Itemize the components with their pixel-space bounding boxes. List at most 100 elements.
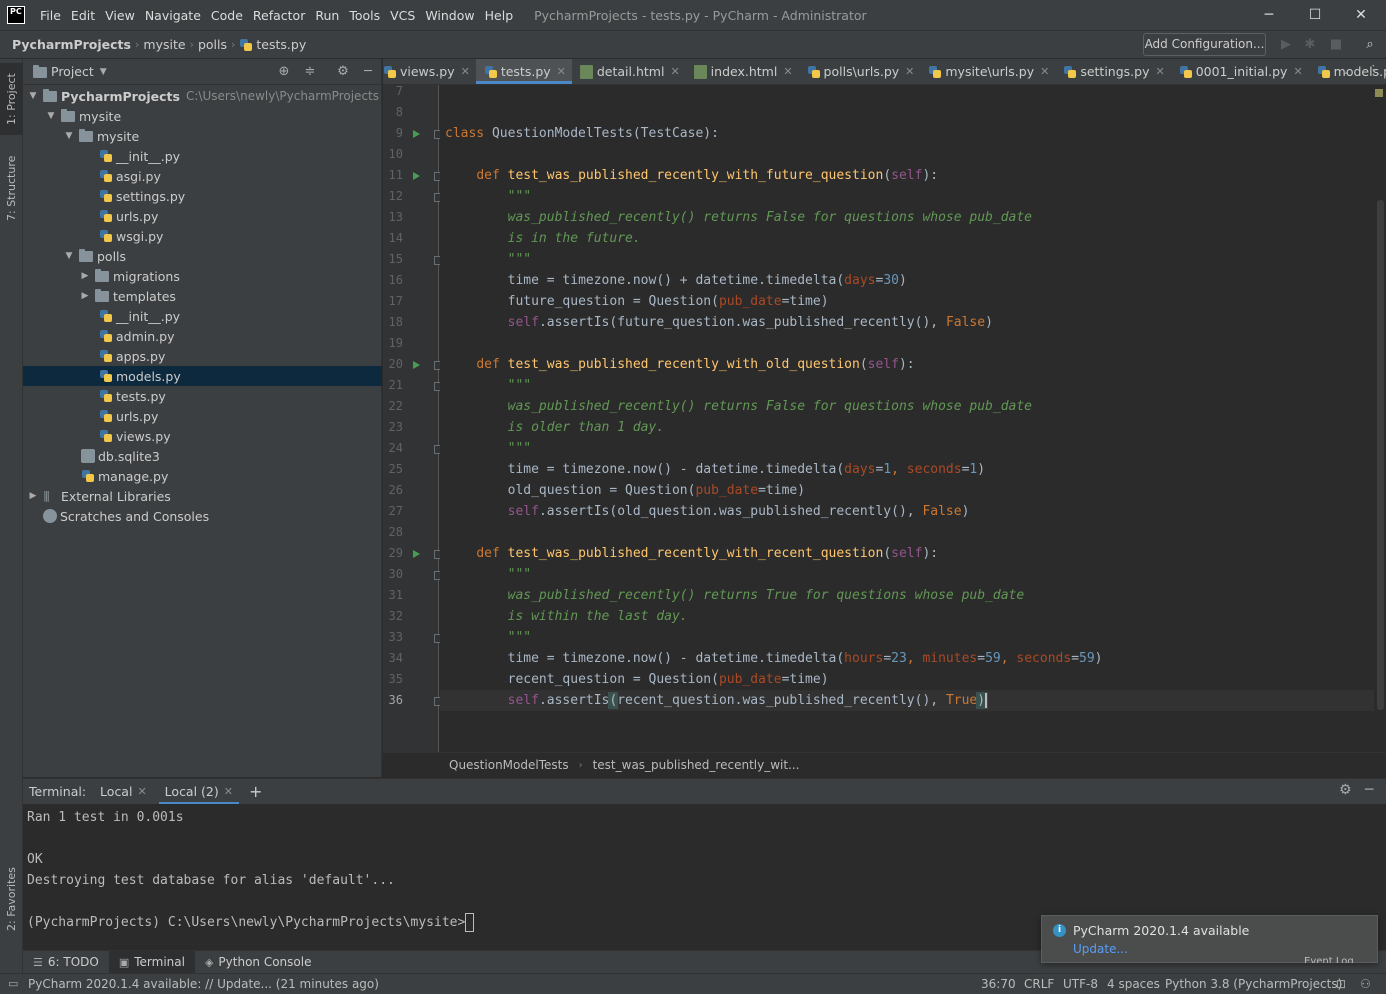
gear-icon[interactable]: ⚙	[333, 62, 353, 82]
close-button[interactable]: ✕	[1338, 0, 1384, 30]
tree-item-views[interactable]: views.py	[23, 426, 382, 446]
tree-item-external-libraries[interactable]: ▶ ||| External Libraries	[23, 486, 382, 506]
breadcrumb-mysite[interactable]: mysite	[139, 37, 189, 52]
python-interpreter[interactable]: Python 3.8 (PycharmProjects)	[1165, 977, 1342, 991]
search-icon[interactable]: ⌕	[1360, 35, 1380, 55]
run-test-icon[interactable]	[413, 361, 420, 369]
menu-help[interactable]: Help	[480, 8, 519, 23]
terminal-tool-tab[interactable]: ▣ Terminal	[108, 950, 195, 974]
tab-polls-urls[interactable]: polls\urls.py ✕	[799, 59, 921, 84]
collapsed-arrow-icon[interactable]: ▶	[27, 491, 39, 501]
breadcrumb-file[interactable]: tests.py	[256, 37, 310, 52]
tree-item-polls-urls[interactable]: urls.py	[23, 406, 382, 426]
line-separator[interactable]: CRLF	[1024, 977, 1054, 991]
minimize-button[interactable]: ─	[1246, 0, 1292, 30]
tree-item-polls[interactable]: ▼ polls	[23, 246, 382, 266]
status-message[interactable]: PyCharm 2020.1.4 available: // Update...…	[28, 977, 379, 991]
caret-position[interactable]: 36:70	[981, 977, 1016, 991]
tree-item-migrations[interactable]: ▶ migrations	[23, 266, 382, 286]
tree-item-admin[interactable]: admin.py	[23, 326, 382, 346]
menu-refactor[interactable]: Refactor	[248, 8, 310, 23]
collapse-all-icon[interactable]: ≑	[300, 62, 320, 82]
menu-edit[interactable]: Edit	[66, 8, 100, 23]
hide-icon[interactable]: ─	[358, 62, 378, 82]
maximize-button[interactable]: ☐	[1292, 0, 1338, 30]
tree-item-models[interactable]: models.py	[23, 366, 382, 386]
breadcrumb-class[interactable]: QuestionModelTests	[449, 758, 569, 772]
collapsed-arrow-icon[interactable]: ▶	[79, 271, 91, 281]
inspection-status-icon[interactable]	[1375, 89, 1383, 97]
close-tab-icon[interactable]: ✕	[1155, 65, 1164, 78]
tree-item-polls-init[interactable]: __init__.py	[23, 306, 382, 326]
close-tab-icon[interactable]: ✕	[557, 65, 566, 78]
tree-item-pycharmprojects[interactable]: ▼ PycharmProjects C:\Users\newly\Pycharm…	[23, 86, 382, 106]
terminal-tab-local-2[interactable]: Local (2) ✕	[158, 779, 240, 805]
editor-scrollbar-thumb[interactable]	[1377, 200, 1384, 710]
debug-icon[interactable]: ✱	[1300, 35, 1320, 55]
menu-code[interactable]: Code	[206, 8, 248, 23]
menu-navigate[interactable]: Navigate	[140, 8, 206, 23]
indent-setting[interactable]: 4 spaces	[1107, 977, 1160, 991]
inspector-icon[interactable]: ⚇	[1360, 977, 1371, 991]
locate-icon[interactable]: ⊕	[274, 62, 294, 82]
project-tool-tab[interactable]: 1: Project	[0, 63, 23, 135]
tree-item-mysite-root[interactable]: ▼ mysite	[23, 106, 382, 126]
file-encoding[interactable]: UTF-8	[1063, 977, 1098, 991]
expanded-arrow-icon[interactable]: ▼	[63, 251, 75, 261]
new-terminal-button[interactable]: +	[249, 782, 262, 801]
breadcrumb-polls[interactable]: polls	[194, 37, 231, 52]
run-test-icon[interactable]	[413, 130, 420, 138]
tab-0001-initial[interactable]: 0001_initial.py ✕	[1171, 59, 1309, 84]
tree-item-scratches[interactable]: Scratches and Consoles	[23, 506, 382, 526]
close-tab-icon[interactable]: ✕	[905, 65, 914, 78]
run-test-icon[interactable]	[413, 172, 420, 180]
run-test-icon[interactable]	[413, 550, 420, 558]
breadcrumb-project[interactable]: PycharmProjects	[0, 37, 135, 52]
project-panel-title[interactable]: Project	[51, 64, 94, 79]
menu-view[interactable]: View	[100, 8, 140, 23]
tree-item-db[interactable]: db.sqlite3	[23, 446, 382, 466]
stop-icon[interactable]: ■	[1326, 35, 1346, 55]
tree-item-mysite-init[interactable]: __init__.py	[23, 146, 382, 166]
tree-item-manage[interactable]: manage.py	[23, 466, 382, 486]
tree-item-mysite-urls[interactable]: urls.py	[23, 206, 382, 226]
menu-vcs[interactable]: VCS	[385, 8, 420, 23]
close-tab-icon[interactable]: ✕	[461, 65, 470, 78]
python-console-tool-tab[interactable]: ◈ Python Console	[195, 951, 322, 974]
tree-item-mysite-package[interactable]: ▼ mysite	[23, 126, 382, 146]
close-tab-icon[interactable]: ✕	[137, 785, 146, 798]
favorites-tool-tab[interactable]: 2: Favorites	[0, 857, 23, 941]
tree-item-settings[interactable]: settings.py	[23, 186, 382, 206]
menu-window[interactable]: Window	[420, 8, 479, 23]
collapsed-arrow-icon[interactable]: ▶	[79, 291, 91, 301]
tab-mysite-urls[interactable]: mysite\urls.py ✕	[920, 59, 1055, 84]
todo-tool-tab[interactable]: ☰ 6: TODO	[23, 951, 109, 974]
close-tab-icon[interactable]: ✕	[783, 65, 792, 78]
lock-icon[interactable]: ⊡	[1336, 977, 1346, 991]
event-log-label[interactable]: Event Log	[1304, 954, 1354, 963]
tree-item-asgi[interactable]: asgi.py	[23, 166, 382, 186]
tree-item-apps[interactable]: apps.py	[23, 346, 382, 366]
tree-item-templates[interactable]: ▶ templates	[23, 286, 382, 306]
tab-views[interactable]: views.py ✕	[383, 59, 476, 84]
close-tab-icon[interactable]: ✕	[1040, 65, 1049, 78]
more-tabs-icon[interactable]: ⋮	[1367, 63, 1380, 78]
close-tab-icon[interactable]: ✕	[1293, 65, 1302, 78]
tab-detail-html[interactable]: detail.html ✕	[572, 59, 686, 84]
close-tab-icon[interactable]: ✕	[224, 785, 233, 798]
menu-run[interactable]: Run	[310, 8, 344, 23]
menu-file[interactable]: File	[35, 8, 66, 23]
chevron-down-icon[interactable]: ▼	[100, 67, 107, 77]
tree-item-wsgi[interactable]: wsgi.py	[23, 226, 382, 246]
code-editor[interactable]: class QuestionModelTests(TestCase): def …	[440, 85, 1374, 752]
tree-item-tests[interactable]: tests.py	[23, 386, 382, 406]
tab-index-html[interactable]: index.html ✕	[686, 59, 799, 84]
breadcrumb-method[interactable]: test_was_published_recently_wit...	[593, 758, 800, 772]
expanded-arrow-icon[interactable]: ▼	[45, 111, 57, 121]
tab-settings[interactable]: settings.py ✕	[1055, 59, 1170, 84]
add-configuration-button[interactable]: Add Configuration...	[1143, 33, 1266, 56]
tab-tests[interactable]: tests.py ✕	[475, 59, 572, 84]
expanded-arrow-icon[interactable]: ▼	[63, 131, 75, 141]
update-link[interactable]: Update...	[1073, 942, 1128, 956]
structure-tool-tab[interactable]: 7: Structure	[0, 147, 23, 229]
